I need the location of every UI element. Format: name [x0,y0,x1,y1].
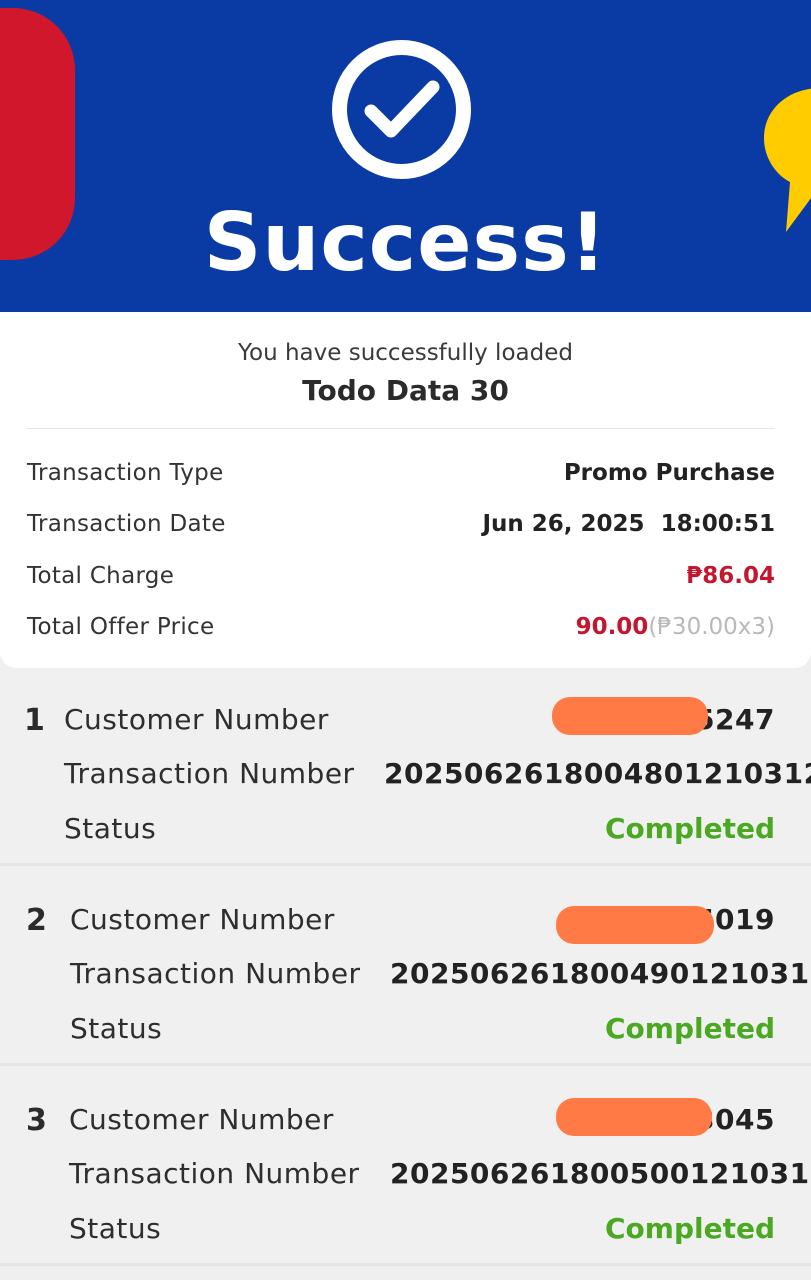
divider [27,428,775,429]
detail-row-total-charge: Total Charge ₱86.04 [27,563,775,597]
transaction-index: 3 [26,1103,47,1138]
transaction-number-label: Transaction Number [69,1157,360,1190]
status-label: Status [64,812,157,845]
customer-number-label: Customer Number [70,903,335,936]
transaction-index: 1 [24,703,45,738]
transaction-index: 2 [26,903,47,938]
detail-label: Transaction Type [27,460,224,486]
offer-price-value-group: 90.00(₱30.00x3) [576,614,775,640]
redaction-mark [556,906,714,944]
detail-label: Total Offer Price [27,614,215,640]
transaction-number-value: 2025062618004901210312256 [390,957,811,990]
transaction-number-value: 2025062618005001210312256 [390,1157,811,1190]
detail-label: Total Charge [27,563,175,589]
success-screen: Success! You have successfully loaded To… [0,0,811,1280]
success-banner: Success! [0,0,811,312]
status-label: Status [70,1012,163,1045]
detail-value: Jun 26, 2025 18:00:51 [482,511,775,537]
transaction-number-value: 2025062618004801210312266 [384,757,811,790]
offer-price-breakdown: (₱30.00x3) [648,614,775,640]
detail-row-total-offer-price: Total Offer Price 90.00(₱30.00x3) [27,614,775,648]
offer-name: Todo Data 30 [302,374,509,407]
status-value: Completed [604,1012,775,1045]
summary-card: You have successfully loaded Todo Data 3… [0,312,811,668]
loaded-message: You have successfully loaded [238,340,573,366]
status-label: Status [69,1212,162,1245]
status-value: Completed [604,1212,775,1245]
total-charge-value: ₱86.04 [686,563,775,589]
transaction-item-3: 3 Customer Number 3045 Transaction Numbe… [0,1070,811,1266]
detail-value: Promo Purchase [563,460,775,486]
success-title: Success! [203,196,608,289]
detail-row-transaction-type: Transaction Type Promo Purchase [27,460,775,494]
customer-number-label: Customer Number [64,703,329,736]
transaction-item-1: 1 Customer Number 5247 Transaction Numbe… [0,670,811,866]
customer-number-label: Customer Number [69,1103,334,1136]
detail-row-transaction-date: Transaction Date Jun 26, 2025 18:00:51 [27,511,775,545]
success-check-icon [332,40,471,179]
detail-label: Transaction Date [27,511,226,537]
redaction-mark [552,697,708,735]
offer-price-value: 90.00 [575,614,649,640]
transaction-item-2: 2 Customer Number 25019 Transaction Numb… [0,870,811,1066]
transaction-number-label: Transaction Number [64,757,355,790]
status-value: Completed [604,812,775,845]
transaction-number-label: Transaction Number [70,957,361,990]
redaction-mark [556,1098,712,1136]
